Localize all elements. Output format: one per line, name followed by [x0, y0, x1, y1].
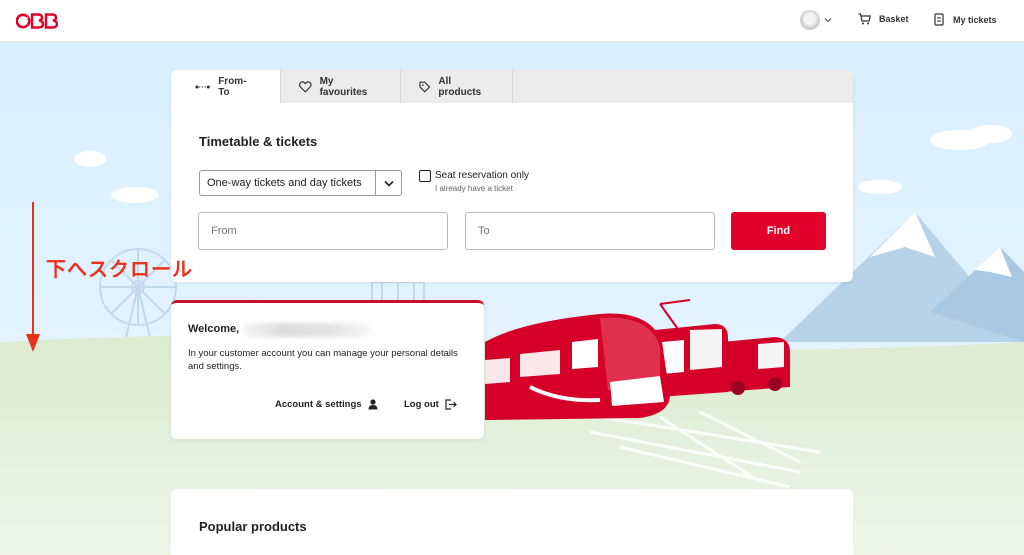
tab-from-to[interactable]: From-To: [171, 70, 281, 103]
scroll-arrow-line: [32, 202, 34, 340]
card-title: Timetable & tickets: [199, 134, 318, 149]
tab-label: All products: [438, 75, 482, 98]
logout-label: Log out: [404, 399, 439, 410]
account-settings-label: Account & settings: [275, 399, 362, 410]
to-input[interactable]: To: [465, 212, 715, 250]
welcome-greeting: Welcome,: [188, 323, 240, 335]
route-icon: [195, 84, 210, 89]
basket-link[interactable]: Basket: [858, 13, 909, 25]
welcome-card: Welcome, In your customer account you ca…: [171, 300, 484, 439]
tab-label: From-To: [218, 75, 247, 98]
tab-all-products[interactable]: All products: [401, 70, 513, 103]
cart-icon: [858, 13, 871, 25]
user-icon: [368, 399, 378, 410]
ticket-icon: [934, 13, 944, 26]
tag-icon: [419, 81, 431, 93]
ticket-type-select[interactable]: One-way tickets and day tickets: [199, 170, 402, 196]
top-navigation-bar: Basket My tickets: [0, 0, 1024, 42]
scroll-arrow-head-icon: [26, 334, 40, 352]
tab-bar: From-To My favourites All products: [171, 70, 853, 103]
user-menu[interactable]: [800, 10, 832, 30]
seat-reservation-label: Seat reservation only: [435, 170, 529, 181]
heart-icon: [299, 80, 312, 93]
blurred-user-name: [243, 323, 371, 337]
my-tickets-link[interactable]: My tickets: [934, 13, 997, 26]
seat-reservation-checkbox[interactable]: [419, 170, 431, 182]
welcome-description: In your customer account you can manage …: [188, 348, 458, 372]
from-input[interactable]: From: [198, 212, 448, 250]
popular-products-section: Popular products: [171, 489, 853, 555]
popular-products-title: Popular products: [199, 519, 307, 534]
avatar: [800, 10, 820, 30]
my-tickets-label: My tickets: [953, 14, 997, 25]
obb-logo[interactable]: [15, 12, 59, 30]
timetable-card: From-To My favourites All products Timet…: [171, 70, 853, 282]
tab-label: My favourites: [319, 75, 368, 98]
logout-link[interactable]: Log out: [404, 399, 457, 410]
basket-label: Basket: [879, 14, 909, 24]
scroll-down-annotation: 下へスクロール: [46, 257, 193, 281]
chevron-down-icon: [824, 18, 832, 23]
logout-icon: [445, 399, 457, 410]
account-settings-link[interactable]: Account & settings: [275, 399, 378, 410]
find-button[interactable]: Find: [731, 212, 826, 250]
tab-my-favourites[interactable]: My favourites: [281, 70, 401, 103]
seat-reservation-sublabel: I already have a ticket: [435, 184, 513, 193]
chevron-down-icon: [375, 171, 401, 195]
ticket-type-value: One-way tickets and day tickets: [207, 177, 362, 189]
